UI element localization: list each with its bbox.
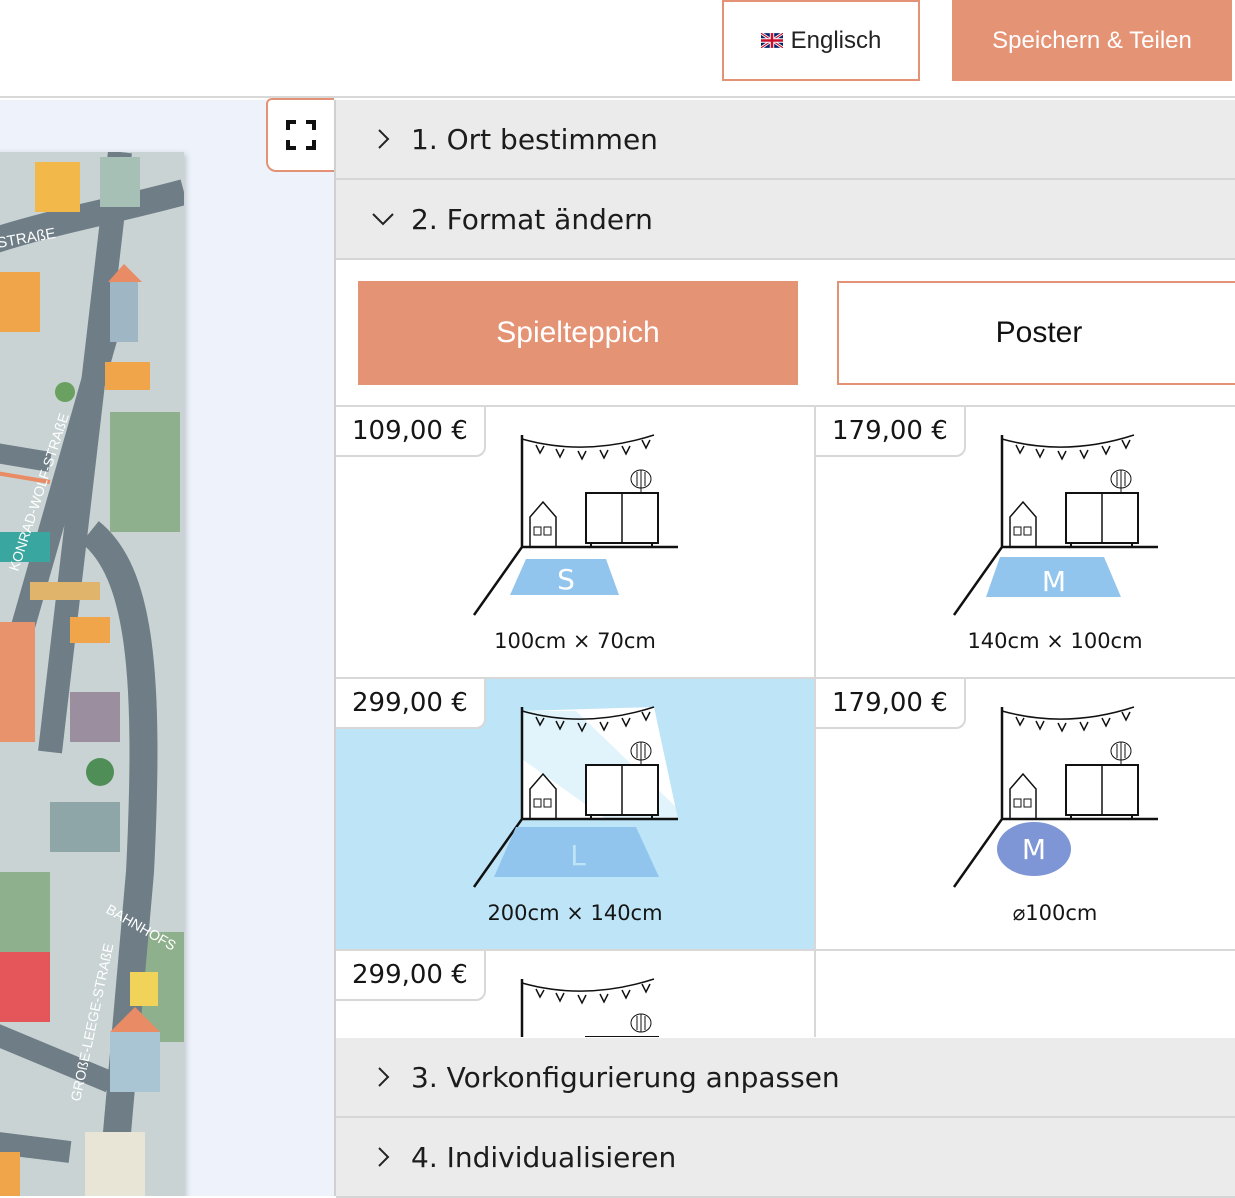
product-card[interactable]: M 179,00 € ⌀100cm (816, 679, 1235, 951)
format-option-spielteppich[interactable]: Spielteppich (358, 281, 798, 385)
accordion-step1-label: 1. Ort bestimmen (411, 122, 658, 156)
chevron-down-icon (372, 213, 394, 226)
save-share-button[interactable]: Speichern & Teilen (952, 0, 1232, 81)
size-letter: L (570, 839, 586, 872)
size-letter: S (557, 563, 575, 596)
rug-illustration: M (952, 434, 1158, 616)
size-letter: M (1042, 565, 1066, 598)
city-map-illustration: STRAßE KONRAD-WOLF-STRAßE BAHNHOFS GROßE… (0, 152, 184, 1196)
price-tag: 299,00 € (336, 679, 486, 729)
rug-illustration: M (952, 706, 1158, 888)
chevron-right-icon (378, 1067, 390, 1087)
dimensions-label: 100cm × 70cm (494, 629, 656, 653)
accordion-step1[interactable]: 1. Ort bestimmen (336, 100, 1235, 180)
chevron-right-icon (378, 129, 390, 149)
map-preview[interactable]: STRAßE KONRAD-WOLF-STRAßE BAHNHOFS GROßE… (0, 152, 184, 1196)
price-tag: 179,00 € (816, 679, 966, 729)
map-preview-area: STRAßE KONRAD-WOLF-STRAßE BAHNHOFS GROßE… (0, 100, 334, 1196)
format-option-label: Poster (995, 316, 1083, 349)
fullscreen-icon (286, 120, 316, 150)
product-card[interactable]: M 179,00 € 140cm × 100cm (816, 407, 1235, 679)
price-tag: 179,00 € (816, 407, 966, 457)
accordion-step3[interactable]: 3. Vorkonfigurierung anpassen (336, 1038, 1235, 1118)
format-option-label: Spielteppich (496, 316, 660, 349)
product-grid: S 109,00 € 100cm × 70cm M 179,00 € 140cm… (336, 405, 1235, 1037)
price-tag: 299,00 € (336, 951, 486, 1001)
product-card-selected[interactable]: L 299,00 € 200cm × 140cm (336, 679, 816, 951)
accordion-step3-label: 3. Vorkonfigurierung anpassen (411, 1060, 840, 1094)
size-letter: M (1022, 833, 1046, 866)
empty-cell (816, 951, 1235, 1037)
product-card[interactable]: 299,00 € (336, 951, 816, 1037)
language-button[interactable]: Englisch (722, 0, 920, 81)
accordion-step4[interactable]: 4. Individualisieren (336, 1118, 1235, 1198)
rug-illustration (520, 978, 659, 1037)
rug-illustration: L (472, 706, 678, 888)
save-share-label: Speichern & Teilen (992, 26, 1192, 54)
accordion-step2-label: 2. Format ändern (411, 202, 653, 236)
uk-flag-icon (760, 33, 783, 48)
rug-illustration: S (472, 434, 678, 616)
top-bar: Englisch Speichern & Teilen (0, 0, 1235, 98)
dimensions-label: 200cm × 140cm (487, 901, 663, 925)
accordion-step4-label: 4. Individualisieren (411, 1140, 677, 1174)
configuration-panel: 1. Ort bestimmen 2. Format ändern Spielt… (334, 100, 1235, 1198)
chevron-right-icon (378, 1147, 390, 1167)
format-option-poster[interactable]: Poster (837, 281, 1235, 385)
price-tag: 109,00 € (336, 407, 486, 457)
dimensions-label: 140cm × 100cm (967, 629, 1143, 653)
fullscreen-button[interactable] (266, 98, 334, 172)
language-label: Englisch (790, 26, 882, 54)
product-card[interactable]: S 109,00 € 100cm × 70cm (336, 407, 816, 679)
dimensions-label: ⌀100cm (1012, 901, 1098, 925)
accordion-step2[interactable]: 2. Format ändern (336, 180, 1235, 260)
